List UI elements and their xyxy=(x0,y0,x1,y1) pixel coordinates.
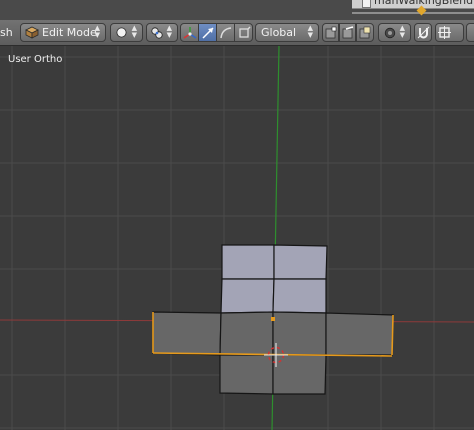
pivot-point-icon xyxy=(151,27,163,39)
mesh-face[interactable] xyxy=(272,311,327,356)
rotate-manipulator-button[interactable] xyxy=(216,23,235,42)
snap-toggle-button[interactable] xyxy=(414,23,432,42)
mesh-face[interactable] xyxy=(219,354,274,395)
selected-face[interactable] xyxy=(273,244,328,280)
edge-select-mode-button[interactable] xyxy=(339,23,356,42)
scale-manipulator-button[interactable] xyxy=(234,23,253,42)
3d-viewport[interactable] xyxy=(0,46,474,430)
dropdown-arrows-icon: ▲ ▼ xyxy=(166,24,172,39)
viewport-shading-dropdown[interactable]: ▲ ▼ xyxy=(110,23,143,42)
transform-axes-icon xyxy=(183,27,197,39)
selected-face[interactable] xyxy=(221,244,275,280)
dropdown-arrows-icon: ▲ ▼ xyxy=(307,24,313,39)
snap-target-dropdown[interactable] xyxy=(466,23,474,42)
proportional-editing-dropdown[interactable]: ▲ ▼ xyxy=(378,23,411,42)
selected-face[interactable] xyxy=(272,278,327,314)
vertex-select-mode-button[interactable] xyxy=(322,23,339,42)
dropdown-arrows-icon: ▲ ▼ xyxy=(399,24,405,39)
timeline-track[interactable] xyxy=(352,12,474,14)
mesh-face[interactable] xyxy=(152,311,222,356)
snap-target-icon xyxy=(438,26,451,39)
translate-manipulator-button[interactable] xyxy=(198,23,217,42)
transform-manipulator-toggle[interactable] xyxy=(180,23,199,42)
viewport-header: sh Edit Mode ▲ ▼ ▲ ▼ ▲ ▼ Global ▲ ▼ ▲ ▼ xyxy=(0,20,474,46)
face-select-mode-button[interactable] xyxy=(356,23,374,42)
pivot-point-dropdown[interactable]: ▲ ▼ xyxy=(146,23,178,42)
file-title-box: manWalkingBlend xyxy=(352,0,474,9)
mode-label: Edit Mode xyxy=(42,26,97,39)
scale-box-icon xyxy=(239,26,251,38)
snap-magnet-icon xyxy=(417,26,430,39)
selected-face[interactable] xyxy=(220,278,275,314)
face-select-icon xyxy=(359,26,371,39)
dropdown-arrows-icon: ▲ ▼ xyxy=(94,24,100,39)
view-orientation-label: User Ortho xyxy=(8,54,63,65)
vertex-select-icon xyxy=(325,26,337,39)
selected-vertex[interactable] xyxy=(271,317,275,321)
mode-dropdown[interactable]: Edit Mode ▲ ▼ xyxy=(20,23,106,42)
file-title: manWalkingBlend xyxy=(374,0,474,7)
proportional-edit-icon xyxy=(384,27,396,39)
edge-select-icon xyxy=(342,26,354,39)
file-icon xyxy=(362,0,371,8)
mesh-cube-icon xyxy=(25,26,39,39)
mesh-face[interactable] xyxy=(325,312,394,356)
translate-arrow-icon xyxy=(202,27,214,39)
rotate-arc-icon xyxy=(220,27,232,39)
orientation-label: Global xyxy=(261,26,297,39)
menu-mesh-fragment[interactable]: sh xyxy=(0,26,13,39)
transform-orientation-dropdown[interactable]: Global ▲ ▼ xyxy=(255,23,319,42)
dropdown-arrows-icon: ▲ ▼ xyxy=(131,24,137,39)
snap-element-dropdown[interactable] xyxy=(435,23,464,42)
mesh-face[interactable] xyxy=(219,311,274,356)
solid-sphere-icon xyxy=(116,27,127,38)
